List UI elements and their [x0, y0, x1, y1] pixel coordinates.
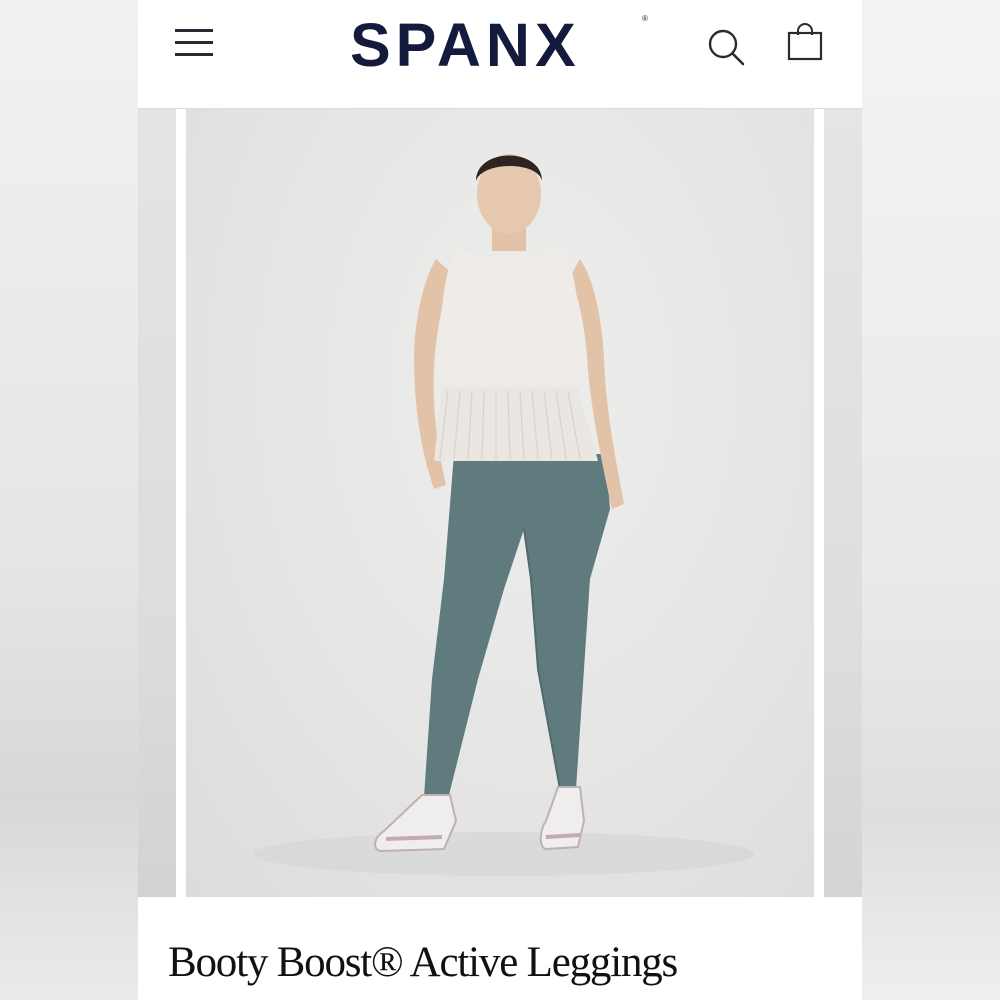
product-main-image[interactable] [186, 109, 814, 897]
search-icon[interactable] [706, 27, 746, 67]
next-image-peek[interactable] [824, 109, 862, 897]
brand-logo[interactable]: SPANX [350, 10, 650, 80]
shopping-bag-icon[interactable] [785, 22, 825, 62]
registered-mark: ® [642, 14, 648, 23]
previous-image-peek[interactable] [138, 109, 176, 897]
site-header: SPANX ® [138, 0, 862, 109]
product-title: Booty Boost® Active Leggings [168, 939, 678, 986]
model-illustration [254, 154, 754, 876]
blurred-backdrop-right [862, 0, 1000, 1000]
mobile-page: SPANX ® Booty Boost® Active Leggings [138, 0, 862, 1000]
product-image-carousel[interactable] [138, 109, 862, 897]
hamburger-menu-icon[interactable] [175, 27, 213, 57]
blurred-backdrop-left [0, 0, 138, 1000]
